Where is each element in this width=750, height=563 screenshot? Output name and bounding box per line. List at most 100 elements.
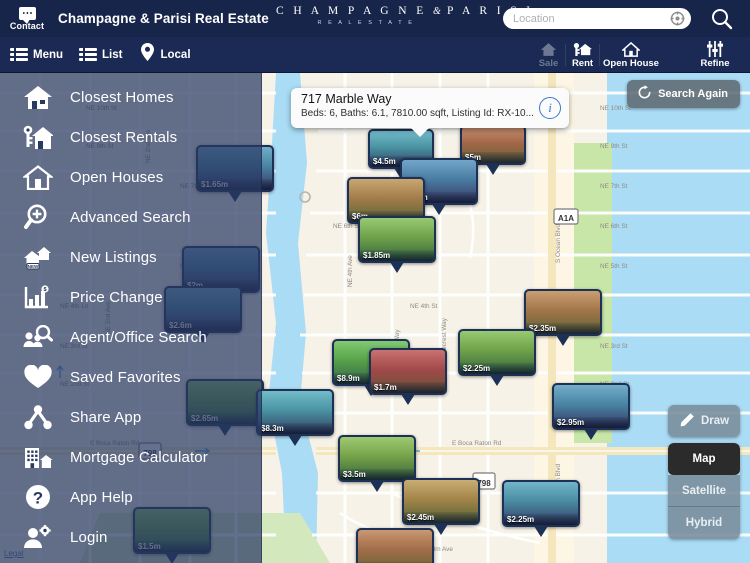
menu-label: Menu [33, 48, 64, 61]
listing-pin[interactable]: $2.25m [502, 480, 580, 537]
map-type-satellite[interactable]: Satellite [668, 475, 740, 507]
pin-tail [490, 375, 504, 386]
question-mark-icon: ? [22, 483, 54, 511]
svg-text:NE 10th St: NE 10th St [600, 105, 631, 112]
user-gear-icon [22, 523, 54, 551]
sidebar-item-label: New Listings [70, 248, 157, 266]
search-icon[interactable] [710, 7, 734, 31]
app-header: Contact Champagne & Parisi Real Estate C… [0, 0, 750, 37]
sidebar-item-open-houses[interactable]: Open Houses [0, 157, 261, 197]
sidebar-item-closest-homes[interactable]: Closest Homes [0, 77, 261, 117]
search-again-label: Search Again [658, 88, 728, 100]
pin-tail [390, 262, 404, 273]
sidebar-item-closest-rentals[interactable]: Closest Rentals [0, 117, 261, 157]
listing-price: $1.7m [371, 382, 445, 393]
svg-text:NE 4th St: NE 4th St [410, 303, 438, 310]
listing-photo [358, 530, 432, 563]
callout-pointer [411, 128, 429, 137]
listing-card[interactable]: $2.25m [502, 480, 580, 527]
listing-card[interactable]: $3.6m [356, 528, 434, 563]
listing-card[interactable]: $1.7m [369, 348, 447, 395]
sidebar-item-label: Closest Rentals [70, 128, 178, 146]
svg-text:NEW: NEW [28, 264, 39, 269]
svg-text:$: $ [43, 287, 46, 293]
listing-card[interactable]: $8.3m [256, 389, 334, 436]
listing-card[interactable]: $2.25m [458, 329, 536, 376]
sidebar-item-label: Open Houses [70, 168, 164, 186]
search-input[interactable] [513, 12, 670, 25]
listing-pin[interactable]: $2.45m [402, 478, 480, 535]
logo-line2: R E A L E S T A T E [317, 20, 415, 26]
sidebar-item-price-change[interactable]: $ Price Change [0, 277, 261, 317]
search-again-button[interactable]: Search Again [627, 80, 740, 108]
list-button[interactable]: List [79, 48, 122, 61]
filter-rent[interactable]: Rent [566, 37, 599, 73]
list-icon [79, 48, 98, 61]
map-type-hybrid[interactable]: Hybrid [668, 507, 740, 539]
filter-sale[interactable]: Sale [532, 37, 565, 73]
sidebar-item-mortgage-calculator[interactable]: Mortgage Calculator [0, 437, 261, 477]
company-logo: C H A M P A G N E & P A R I S I R E A L … [276, 5, 530, 26]
listing-pin[interactable]: $1.7m [369, 348, 447, 405]
menu-button[interactable]: Menu [10, 48, 63, 61]
listing-pin[interactable]: $3.6m [356, 528, 434, 563]
agent-search-icon [22, 323, 54, 351]
info-icon[interactable]: i [539, 97, 561, 119]
secondary-toolbar: Menu List Local Sale Rent Open House Ref… [0, 37, 750, 73]
sidebar-item-saved-favorites[interactable]: Saved Favorites [0, 357, 261, 397]
sidebar-item-login[interactable]: Login [0, 517, 261, 557]
listing-card[interactable]: $2.45m [402, 478, 480, 525]
sidebar-item-app-help[interactable]: ? App Help [0, 477, 261, 517]
map-pin-icon [140, 43, 155, 66]
pin-tail [534, 526, 548, 537]
local-button[interactable]: Local [140, 43, 191, 66]
sidebar-item-label: App Help [70, 488, 133, 506]
list-label: List [102, 48, 123, 61]
toolbar-filters: Sale Rent Open House Refine [532, 37, 750, 73]
key-house-icon [22, 123, 54, 151]
menu-icon [10, 48, 28, 61]
draw-button[interactable]: Draw [668, 405, 740, 437]
sale-label: Sale [538, 57, 559, 69]
pin-tail [401, 394, 415, 405]
sidebar-item-agent-office-search[interactable]: Agent/Office Search [0, 317, 261, 357]
share-icon [22, 403, 54, 431]
location-search-box[interactable] [503, 8, 691, 29]
pin-tail [370, 481, 384, 492]
pin-tail [584, 429, 598, 440]
filter-refine[interactable]: Refine [680, 37, 750, 73]
crosshair-icon[interactable] [670, 11, 685, 26]
map-type-map[interactable]: Map [668, 443, 740, 475]
filter-open-house[interactable]: Open House [600, 37, 662, 73]
listing-card[interactable]: $3.5m [338, 435, 416, 482]
pencil-icon [679, 412, 695, 431]
contact-button[interactable]: Contact [0, 0, 54, 37]
listing-pin[interactable]: $1.85m [358, 216, 436, 273]
listing-pin[interactable]: $2.25m [458, 329, 536, 386]
sidebar-item-new-listings[interactable]: NEW New Listings [0, 237, 261, 277]
sidebar-item-label: Price Change [70, 288, 163, 306]
listing-price: $2.35m [526, 323, 600, 334]
house-icon [22, 83, 54, 111]
logo-line1-a: C H A M P A G N E [276, 5, 427, 17]
svg-text:S Ocean Blvd: S Ocean Blvd [555, 223, 562, 263]
real-estate-map-app: Contact Champagne & Parisi Real Estate C… [0, 0, 750, 563]
open-house-label: Open House [603, 57, 659, 69]
rent-label: Rent [571, 57, 594, 69]
listing-pin[interactable]: $3.5m [338, 435, 416, 492]
sidebar-item-advanced-search[interactable]: Advanced Search [0, 197, 261, 237]
callout-details: Beds: 6, Baths: 6.1, 7810.00 sqft, Listi… [301, 108, 534, 119]
listing-pin[interactable]: $8.3m [256, 389, 334, 446]
sidebar-item-share-app[interactable]: Share App [0, 397, 261, 437]
chat-bubble-icon [18, 6, 36, 24]
listing-card[interactable]: $2.95m [552, 383, 630, 430]
listing-pin[interactable]: $2.95m [552, 383, 630, 440]
listing-callout[interactable]: 717 Marble Way Beds: 6, Baths: 6.1, 7810… [291, 88, 569, 137]
sidebar-item-label: Share App [70, 408, 142, 426]
listing-card[interactable]: $1.85m [358, 216, 436, 263]
magnifier-plus-icon [22, 203, 54, 231]
sidebar-item-label: Agent/Office Search [70, 328, 207, 346]
sidebar-item-label: Closest Homes [70, 88, 174, 106]
pin-tail [432, 204, 446, 215]
sidebar-item-label: Login [70, 528, 108, 546]
